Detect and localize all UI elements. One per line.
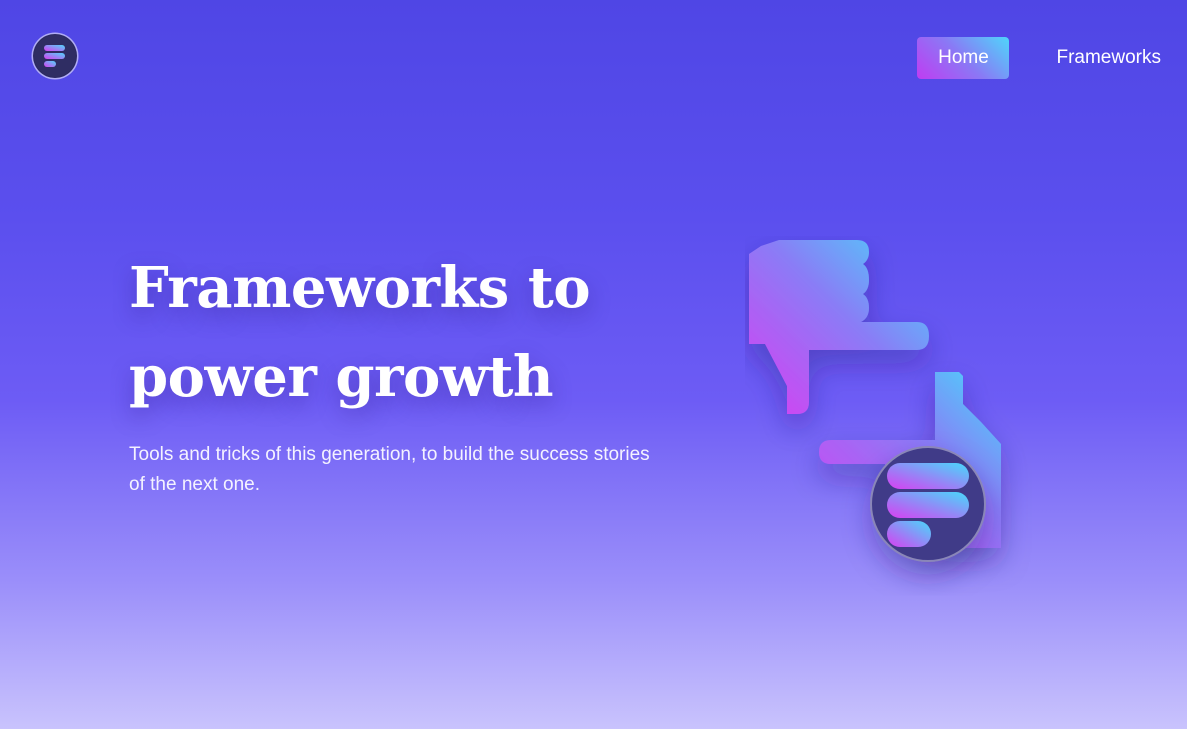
hero-subtitle-line-2: of the next one. (129, 474, 260, 495)
framing-hands-icon (749, 240, 1001, 562)
hero-title-line-2: power growth (129, 344, 554, 410)
logo-icon[interactable] (33, 34, 77, 78)
hero-title-line-1: Frameworks to (129, 255, 591, 321)
hero-title: Frameworks to power growth (129, 244, 689, 422)
nav-home-button[interactable]: Home (917, 37, 1010, 79)
hero-subtitle-line-1: Tools and tricks of this generation, to … (129, 444, 650, 465)
main-nav: Home Frameworks (917, 37, 1161, 79)
nav-frameworks-link[interactable]: Frameworks (1056, 47, 1161, 69)
hero-subtitle: Tools and tricks of this generation, to … (129, 440, 689, 500)
